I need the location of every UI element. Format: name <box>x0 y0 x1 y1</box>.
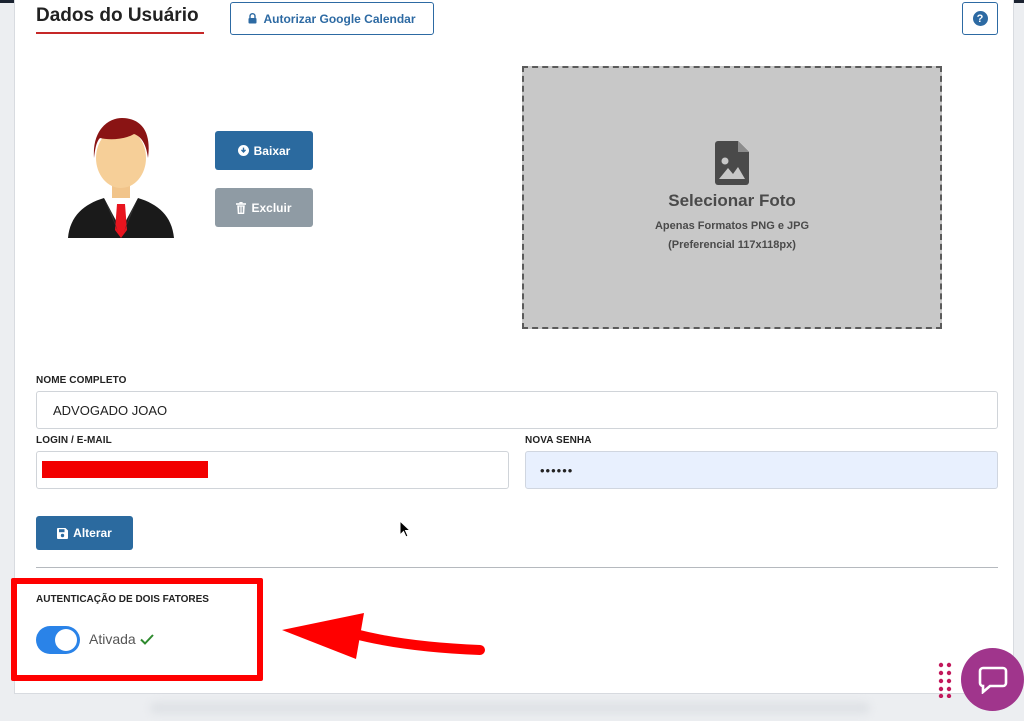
dropzone-format-hint: Apenas Formatos PNG e JPG <box>654 219 810 232</box>
download-button-label: Baixar <box>253 143 291 158</box>
photo-dropzone[interactable]: Selecionar Foto Apenas Formatos PNG e JP… <box>522 66 942 329</box>
google-button-label: Autorizar Google Calendar <box>263 11 416 26</box>
help-button[interactable]: ? <box>962 2 998 35</box>
new-password-input[interactable]: •••••• <box>525 451 998 489</box>
full-name-input[interactable]: ADVOGADO JOAO <box>36 391 998 429</box>
help-icon: ? <box>972 11 988 26</box>
drag-handle-icon[interactable] <box>938 662 952 698</box>
redacted-email <box>42 461 208 478</box>
image-file-icon <box>715 140 749 185</box>
delete-button-label: Excluir <box>251 200 292 215</box>
chat-icon <box>978 666 1007 694</box>
lock-icon <box>248 13 257 24</box>
full-name-label: NOME COMPLETO <box>36 375 127 386</box>
trash-icon <box>236 201 247 214</box>
dropzone-size-hint: (Preferencial 117x118px) <box>668 238 796 251</box>
annotation-arrow-icon <box>282 613 485 659</box>
authorize-google-calendar-button[interactable]: Autorizar Google Calendar <box>230 2 434 35</box>
annotation-highlight-box <box>11 578 263 681</box>
download-photo-button[interactable]: Baixar <box>215 131 313 170</box>
save-button-label: Alterar <box>73 526 112 540</box>
title-underline <box>36 32 204 34</box>
delete-photo-button[interactable]: Excluir <box>215 188 313 227</box>
page-title: Dados do Usuário <box>36 5 199 26</box>
dropzone-title: Selecionar Foto <box>668 190 796 210</box>
save-icon <box>57 527 69 539</box>
new-password-label: NOVA SENHA <box>525 435 592 446</box>
chat-widget-button[interactable] <box>961 648 1024 711</box>
download-circle-icon <box>237 145 249 156</box>
user-avatar <box>68 118 174 238</box>
section-divider <box>36 567 998 568</box>
save-changes-button[interactable]: Alterar <box>36 516 133 550</box>
login-email-label: LOGIN / E-MAIL <box>36 435 112 446</box>
mouse-cursor-icon <box>399 520 411 538</box>
bottom-shadow <box>150 702 870 714</box>
